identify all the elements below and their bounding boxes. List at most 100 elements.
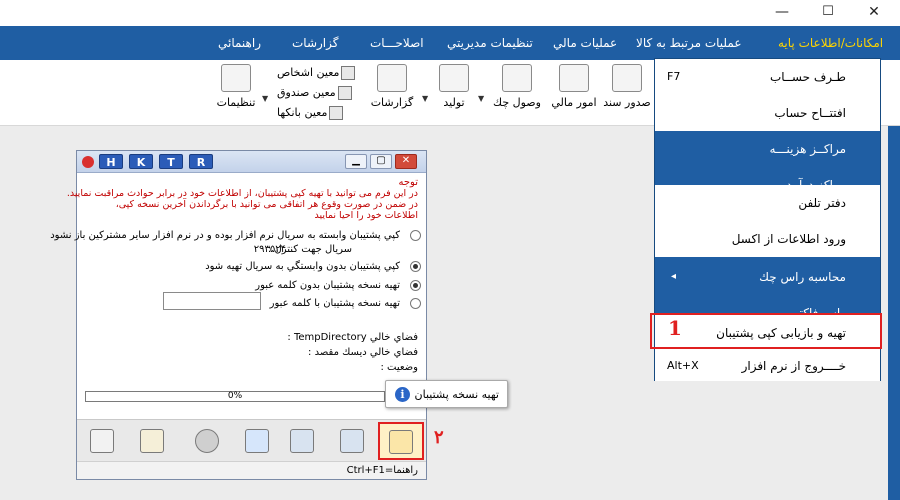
free-dest-label: فضاي خالي دیسك مقصد : — [308, 347, 418, 358]
settings-dropdown-arrow[interactable]: ▼ — [262, 94, 268, 103]
banks-ledger-label: معین بانکها — [277, 106, 328, 119]
warning-line-1: در این فرم می توانید با تهیه کپی پشتیبان… — [66, 188, 418, 199]
menu-item-open-account[interactable]: افتتــاح حساب — [655, 95, 880, 131]
step-number-two: ۲ — [434, 427, 444, 448]
option-no-password-label: تهیه نسخه پشتیبان بدون کلمه عبور — [255, 280, 400, 291]
menu-reports[interactable]: گزارشات — [292, 26, 338, 60]
receive-check-button[interactable]: وصول چك — [488, 64, 546, 109]
hktr-button-h[interactable]: H — [99, 154, 123, 169]
menu-help[interactable]: راهنمائي — [218, 26, 261, 60]
warning-title: توجه — [398, 177, 419, 188]
warning-line-3: اطلاعات خود را احیا نمایید — [314, 210, 419, 221]
option-no-serial-label: کپي پشتیبان بدون وابستگي به سریال تهیه ش… — [205, 261, 400, 272]
production-dropdown-arrow[interactable]: ▼ — [478, 94, 484, 103]
financial-affairs-button[interactable]: امور مالي — [548, 64, 600, 109]
warning-line-2: در ضمن در صورت وقوع هر اتفاقی می توانید … — [115, 199, 418, 210]
dialog-status-bar: راهنما=Ctrl+F1 — [77, 461, 426, 479]
dialog-close-button[interactable]: ✕ — [395, 154, 417, 169]
help-button[interactable] — [137, 426, 167, 456]
step-number-one: 1 — [668, 316, 682, 340]
dialog-button-strip — [77, 419, 426, 461]
dialog-title-bar: H K T R ▁ ▢ ✕ — [77, 151, 426, 173]
person-icon — [341, 66, 356, 80]
dropbox-button[interactable] — [242, 426, 272, 456]
arrow-left-icon — [90, 429, 114, 453]
menu-item-label: افتتــاح حساب — [774, 106, 846, 120]
issue-document-button[interactable]: صدور سند — [602, 64, 652, 109]
menu-item-cost-centers[interactable]: مراکــز هزینـــه — [655, 131, 880, 167]
menu-goods-operations[interactable]: عملیات مرتبط به کالا — [636, 26, 741, 60]
cash-box-icon — [337, 86, 352, 100]
menu-item-label: ورود اطلاعات از اکسل — [731, 232, 846, 246]
dialog-maximize-button[interactable]: ▢ — [370, 154, 392, 169]
close-window-button[interactable]: ✕ — [851, 0, 897, 26]
back-button[interactable] — [87, 426, 117, 456]
option-no-serial-radio[interactable] — [410, 261, 421, 272]
shortcut-label: F7 — [667, 70, 681, 83]
menu-item-label: دفتر تلفن — [798, 196, 846, 210]
menu-item-label: خــــروج از نرم افزار — [741, 359, 846, 373]
option-no-password-radio[interactable] — [410, 280, 421, 291]
menu-item-check-due[interactable]: محاسبه راس چك ◂ — [655, 259, 880, 295]
cash-ledger-label: معین صندوق — [277, 86, 336, 99]
status-label: وضعیت : — [380, 362, 418, 373]
menu-item-account-party[interactable]: طـرف حســاب F7 — [655, 59, 880, 95]
menu-financial-operations[interactable]: عملیات مالي — [553, 26, 617, 60]
menu-item-label: محاسبه راس چك — [759, 270, 846, 284]
production-button[interactable]: تولید — [432, 64, 476, 109]
dropbox-icon — [245, 429, 269, 453]
option-password-label: تهیه نسخه پشتیبان با کلمه عبور — [269, 298, 400, 309]
issue-document-label: صدور سند — [603, 96, 651, 109]
reports-dropdown-arrow[interactable]: ▼ — [422, 94, 428, 103]
disk-backup-button[interactable] — [192, 426, 222, 456]
minimize-button[interactable]: — — [759, 0, 805, 26]
progress-text: 0% — [227, 391, 243, 401]
bank-icon — [329, 106, 344, 120]
menu-item-label: طـرف حســاب — [769, 70, 846, 84]
option-serial-radio[interactable] — [410, 230, 421, 241]
restore-backup-button[interactable] — [337, 426, 367, 456]
hktr-button-t[interactable]: T — [159, 154, 183, 169]
free-temp-label: فضاي خالي TempDirectory : — [287, 332, 418, 343]
main-menu-bar: امکانات/اطلاعات پایه عملیات مرتبط به کال… — [0, 26, 900, 60]
password-input[interactable] — [163, 292, 261, 310]
hktr-button-r[interactable]: R — [189, 154, 213, 169]
banks-ledger-item[interactable]: معین بانکها — [277, 104, 344, 122]
maximize-button[interactable]: ☐ — [805, 0, 851, 26]
database-backup-icon — [389, 430, 413, 454]
menu-item-phone-book[interactable]: دفتر تلفن — [655, 185, 880, 221]
info-icon: i — [395, 387, 410, 402]
financial-affairs-label: امور مالي — [551, 96, 597, 109]
menu-item-excel-import[interactable]: ورود اطلاعات از اکسل — [655, 221, 880, 257]
settings-button[interactable]: تنظیمات — [212, 64, 260, 109]
side-scroll-strip — [888, 126, 900, 500]
persons-ledger-item[interactable]: معین اشخاص — [277, 64, 356, 82]
persons-ledger-label: معین اشخاص — [277, 66, 340, 79]
calculator-icon — [559, 64, 589, 92]
menu-management-settings[interactable]: تنظیمات مدیریتي — [447, 26, 533, 60]
menu-corrections[interactable]: اصلاحـــات — [370, 26, 424, 60]
backup-progress-bar: 0% — [85, 391, 385, 402]
highlight-frame-backup-item — [650, 313, 882, 349]
hktr-button-k[interactable]: K — [129, 154, 153, 169]
reports-button[interactable]: گزارشات — [366, 64, 418, 109]
tooltip-text: تهیه نسخه پشتیبان — [414, 388, 499, 401]
menu-basic-info[interactable]: امکانات/اطلاعات پایه — [778, 26, 883, 60]
settings-label: تنظیمات — [216, 96, 256, 109]
option-serial-label: کپي پشتیبان وابسته به سریال نرم افزار بو… — [50, 230, 400, 241]
menu-item-exit[interactable]: خــــروج از نرم افزار Alt+X — [655, 351, 880, 381]
production-label: تولید — [443, 96, 465, 109]
factory-icon — [439, 64, 469, 92]
restore-button[interactable] — [287, 426, 317, 456]
cash-ledger-item[interactable]: معین صندوق — [277, 84, 352, 102]
dialog-minimize-button[interactable]: ▁ — [345, 154, 367, 169]
document-edit-icon — [612, 64, 642, 92]
help-shortcut-text: راهنما=Ctrl+F1 — [346, 465, 418, 476]
backup-tooltip: i تهیه نسخه پشتیبان — [385, 380, 508, 408]
serial-value: ۲۹۳۵۲۴ — [253, 244, 286, 255]
cd-disk-icon — [195, 429, 219, 453]
create-backup-button[interactable] — [378, 422, 424, 460]
receive-check-label: وصول چك — [493, 96, 541, 109]
window-title-bar: — ☐ ✕ — [0, 0, 900, 26]
option-password-radio[interactable] — [410, 298, 421, 309]
